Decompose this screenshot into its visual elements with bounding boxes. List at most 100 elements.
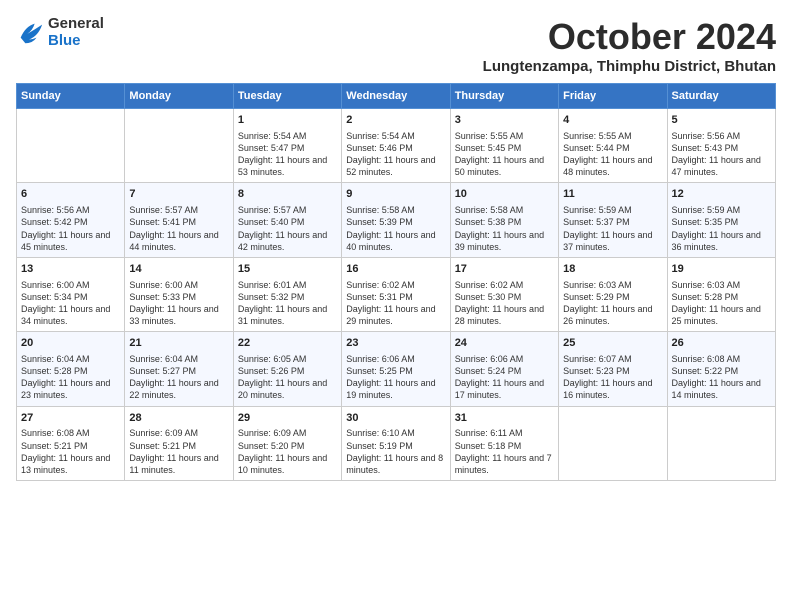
cell-content: Sunrise: 6:10 AMSunset: 5:19 PMDaylight:…	[346, 427, 445, 476]
cell-content: Sunrise: 6:03 AMSunset: 5:28 PMDaylight:…	[672, 279, 771, 328]
weekday-header: Sunday	[17, 84, 125, 109]
month-title: October 2024	[483, 16, 776, 58]
calendar-week-row: 6 Sunrise: 5:56 AMSunset: 5:42 PMDaylight…	[17, 183, 776, 257]
calendar-cell: 1 Sunrise: 5:54 AMSunset: 5:47 PMDaylight…	[233, 109, 341, 183]
cell-content: Sunrise: 6:02 AMSunset: 5:31 PMDaylight:…	[346, 279, 445, 328]
cell-content: Sunrise: 6:09 AMSunset: 5:20 PMDaylight:…	[238, 427, 337, 476]
calendar-week-row: 1 Sunrise: 5:54 AMSunset: 5:47 PMDaylight…	[17, 109, 776, 183]
calendar-cell: 31Sunrise: 6:11 AMSunset: 5:18 PMDayligh…	[450, 406, 558, 480]
calendar-cell	[559, 406, 667, 480]
calendar-cell: 14Sunrise: 6:00 AMSunset: 5:33 PMDayligh…	[125, 257, 233, 331]
day-number: 20	[21, 336, 120, 351]
calendar-body: 1 Sunrise: 5:54 AMSunset: 5:47 PMDaylight…	[17, 109, 776, 481]
day-number: 5	[672, 113, 771, 128]
calendar-cell: 22 Sunrise: 6:05 AMSunset: 5:26 PMDayligh…	[233, 332, 341, 406]
calendar-cell: 24Sunrise: 6:06 AMSunset: 5:24 PMDayligh…	[450, 332, 558, 406]
day-number: 4	[563, 113, 662, 128]
header-row: SundayMondayTuesdayWednesdayThursdayFrid…	[17, 84, 776, 109]
calendar-cell: 21Sunrise: 6:04 AMSunset: 5:27 PMDayligh…	[125, 332, 233, 406]
cell-content: Sunrise: 5:56 AMSunset: 5:42 PMDaylight:…	[21, 204, 120, 253]
calendar-cell: 23 Sunrise: 6:06 AMSunset: 5:25 PMDayligh…	[342, 332, 450, 406]
cell-content: Sunrise: 5:56 AMSunset: 5:43 PMDaylight:…	[672, 130, 771, 179]
logo: General Blue	[16, 16, 104, 49]
day-number: 25	[563, 336, 662, 351]
calendar-cell: 20Sunrise: 6:04 AMSunset: 5:28 PMDayligh…	[17, 332, 125, 406]
page-header: General Blue October 2024 Lungtenzampa, …	[16, 16, 776, 75]
day-number: 10	[455, 187, 554, 202]
calendar-cell: 9 Sunrise: 5:58 AMSunset: 5:39 PMDaylight…	[342, 183, 450, 257]
calendar-cell: 25 Sunrise: 6:07 AMSunset: 5:23 PMDayligh…	[559, 332, 667, 406]
day-number: 19	[672, 262, 771, 277]
cell-content: Sunrise: 6:06 AMSunset: 5:25 PMDaylight:…	[346, 353, 445, 402]
calendar-cell: 30Sunrise: 6:10 AMSunset: 5:19 PMDayligh…	[342, 406, 450, 480]
calendar-cell: 27Sunrise: 6:08 AMSunset: 5:21 PMDayligh…	[17, 406, 125, 480]
location-title: Lungtenzampa, Thimphu District, Bhutan	[483, 58, 776, 75]
day-number: 3	[455, 113, 554, 128]
day-number: 6	[21, 187, 120, 202]
day-number: 31	[455, 411, 554, 426]
day-number: 18	[563, 262, 662, 277]
cell-content: Sunrise: 6:07 AMSunset: 5:23 PMDaylight:…	[563, 353, 662, 402]
weekday-header: Tuesday	[233, 84, 341, 109]
calendar-cell: 26 Sunrise: 6:08 AMSunset: 5:22 PMDayligh…	[667, 332, 775, 406]
cell-content: Sunrise: 5:59 AMSunset: 5:37 PMDaylight:…	[563, 204, 662, 253]
cell-content: Sunrise: 6:02 AMSunset: 5:30 PMDaylight:…	[455, 279, 554, 328]
weekday-header: Monday	[125, 84, 233, 109]
calendar-cell: 17 Sunrise: 6:02 AMSunset: 5:30 PMDayligh…	[450, 257, 558, 331]
day-number: 11	[563, 187, 662, 202]
cell-content: Sunrise: 6:05 AMSunset: 5:26 PMDaylight:…	[238, 353, 337, 402]
calendar-cell: 16Sunrise: 6:02 AMSunset: 5:31 PMDayligh…	[342, 257, 450, 331]
calendar-cell: 28Sunrise: 6:09 AMSunset: 5:21 PMDayligh…	[125, 406, 233, 480]
day-number: 9	[346, 187, 445, 202]
calendar-cell: 18 Sunrise: 6:03 AMSunset: 5:29 PMDayligh…	[559, 257, 667, 331]
cell-content: Sunrise: 6:11 AMSunset: 5:18 PMDaylight:…	[455, 427, 554, 476]
cell-content: Sunrise: 6:03 AMSunset: 5:29 PMDaylight:…	[563, 279, 662, 328]
calendar-week-row: 20Sunrise: 6:04 AMSunset: 5:28 PMDayligh…	[17, 332, 776, 406]
cell-content: Sunrise: 6:08 AMSunset: 5:21 PMDaylight:…	[21, 427, 120, 476]
cell-content: Sunrise: 6:08 AMSunset: 5:22 PMDaylight:…	[672, 353, 771, 402]
calendar-cell: 12Sunrise: 5:59 AMSunset: 5:35 PMDayligh…	[667, 183, 775, 257]
weekday-header: Thursday	[450, 84, 558, 109]
logo-text: General Blue	[48, 16, 104, 49]
weekday-header: Saturday	[667, 84, 775, 109]
day-number: 26	[672, 336, 771, 351]
weekday-header: Wednesday	[342, 84, 450, 109]
calendar-cell: 2Sunrise: 5:54 AMSunset: 5:46 PMDaylight…	[342, 109, 450, 183]
cell-content: Sunrise: 5:55 AMSunset: 5:45 PMDaylight:…	[455, 130, 554, 179]
calendar-week-row: 27Sunrise: 6:08 AMSunset: 5:21 PMDayligh…	[17, 406, 776, 480]
cell-content: Sunrise: 6:06 AMSunset: 5:24 PMDaylight:…	[455, 353, 554, 402]
cell-content: Sunrise: 5:58 AMSunset: 5:39 PMDaylight:…	[346, 204, 445, 253]
calendar-cell: 29Sunrise: 6:09 AMSunset: 5:20 PMDayligh…	[233, 406, 341, 480]
day-number: 21	[129, 336, 228, 351]
cell-content: Sunrise: 6:00 AMSunset: 5:34 PMDaylight:…	[21, 279, 120, 328]
cell-content: Sunrise: 5:54 AMSunset: 5:46 PMDaylight:…	[346, 130, 445, 179]
cell-content: Sunrise: 6:01 AMSunset: 5:32 PMDaylight:…	[238, 279, 337, 328]
weekday-header: Friday	[559, 84, 667, 109]
calendar-cell: 10Sunrise: 5:58 AMSunset: 5:38 PMDayligh…	[450, 183, 558, 257]
calendar-cell	[17, 109, 125, 183]
calendar-cell: 3 Sunrise: 5:55 AMSunset: 5:45 PMDaylight…	[450, 109, 558, 183]
cell-content: Sunrise: 5:59 AMSunset: 5:35 PMDaylight:…	[672, 204, 771, 253]
calendar-cell: 5 Sunrise: 5:56 AMSunset: 5:43 PMDaylight…	[667, 109, 775, 183]
day-number: 1	[238, 113, 337, 128]
calendar-table: SundayMondayTuesdayWednesdayThursdayFrid…	[16, 83, 776, 481]
cell-content: Sunrise: 6:09 AMSunset: 5:21 PMDaylight:…	[129, 427, 228, 476]
calendar-cell: 7Sunrise: 5:57 AMSunset: 5:41 PMDaylight…	[125, 183, 233, 257]
calendar-cell	[125, 109, 233, 183]
calendar-week-row: 13 Sunrise: 6:00 AMSunset: 5:34 PMDayligh…	[17, 257, 776, 331]
calendar-header: SundayMondayTuesdayWednesdayThursdayFrid…	[17, 84, 776, 109]
title-block: October 2024 Lungtenzampa, Thimphu Distr…	[483, 16, 776, 75]
logo-icon	[16, 19, 44, 47]
cell-content: Sunrise: 5:54 AMSunset: 5:47 PMDaylight:…	[238, 130, 337, 179]
day-number: 23	[346, 336, 445, 351]
day-number: 30	[346, 411, 445, 426]
cell-content: Sunrise: 6:00 AMSunset: 5:33 PMDaylight:…	[129, 279, 228, 328]
day-number: 17	[455, 262, 554, 277]
day-number: 13	[21, 262, 120, 277]
calendar-cell: 4Sunrise: 5:55 AMSunset: 5:44 PMDaylight…	[559, 109, 667, 183]
day-number: 27	[21, 411, 120, 426]
day-number: 22	[238, 336, 337, 351]
calendar-cell: 13 Sunrise: 6:00 AMSunset: 5:34 PMDayligh…	[17, 257, 125, 331]
day-number: 28	[129, 411, 228, 426]
day-number: 15	[238, 262, 337, 277]
